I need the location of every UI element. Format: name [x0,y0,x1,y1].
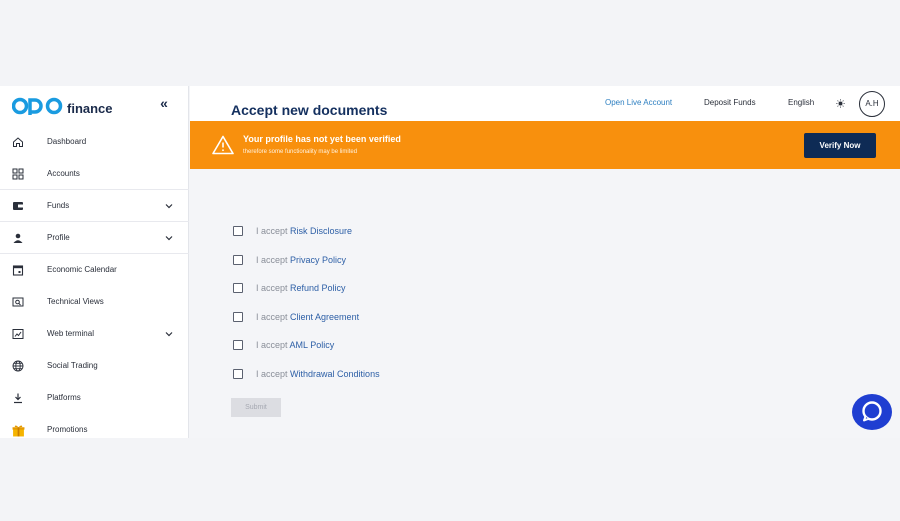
wallet-icon [11,199,25,213]
globe-icon [11,359,25,373]
gift-icon [11,423,25,437]
sidebar-item-technical-views[interactable]: Technical Views [0,286,189,318]
banner-title: Your profile has not yet been verified [243,134,401,144]
app-shell: finance « Dashboard Accounts Funds Profi… [0,86,900,438]
home-icon [11,135,25,149]
collapse-sidebar-icon[interactable]: « [156,95,172,111]
chart-search-icon [11,295,25,309]
document-label[interactable]: I accept Refund Policy [256,282,346,294]
accept-prefix: I accept [256,369,291,379]
document-label[interactable]: I accept Client Agreement [256,311,359,323]
sidebar-item-label: Dashboard [47,137,87,146]
chevron-down-icon [165,204,173,209]
warning-icon [212,135,234,155]
document-row: I accept Client Agreement [233,310,359,324]
chevron-down-icon [165,236,173,241]
sidebar-item-label: Funds [47,201,70,210]
refund-policy-checkbox[interactable] [233,283,243,293]
terminal-icon [11,327,25,341]
aml-policy-checkbox[interactable] [233,340,243,350]
document-row: I accept Risk Disclosure [233,224,352,238]
sidebar-item-platforms[interactable]: Platforms [0,382,189,414]
document-row: I accept Privacy Policy [233,253,346,267]
document-row: I accept Refund Policy [233,281,346,295]
sidebar-item-label: Social Trading [47,361,98,370]
accept-prefix: I accept [256,226,291,236]
sidebar-item-profile[interactable]: Profile [0,222,189,254]
document-link[interactable]: Refund Policy [290,283,346,293]
document-label[interactable]: I accept Privacy Policy [256,254,346,266]
accept-prefix: I accept [256,283,291,293]
sidebar-item-accounts[interactable]: Accounts [0,158,189,190]
sidebar-item-label: Platforms [47,393,81,402]
sidebar-item-label: Web terminal [47,329,94,338]
accept-prefix: I accept [256,255,291,265]
document-link[interactable]: Privacy Policy [290,255,346,265]
user-icon [11,231,25,245]
deposit-funds-link[interactable]: Deposit Funds [704,98,756,108]
accept-prefix: I accept [256,340,290,350]
language-selector[interactable]: English [788,98,814,108]
page-title: Accept new documents [231,102,388,118]
theme-toggle-icon[interactable] [836,99,845,108]
risk-disclosure-checkbox[interactable] [233,226,243,236]
document-link[interactable]: Risk Disclosure [290,226,352,236]
document-label[interactable]: I accept Risk Disclosure [256,225,352,237]
sidebar-item-label: Economic Calendar [47,265,117,274]
withdrawal-conditions-checkbox[interactable] [233,369,243,379]
download-icon [11,391,25,405]
avatar[interactable]: A.H [859,91,885,117]
sidebar-item-dashboard[interactable]: Dashboard [0,126,189,158]
sidebar-item-web-terminal[interactable]: Web terminal [0,318,189,350]
privacy-policy-checkbox[interactable] [233,255,243,265]
document-link[interactable]: Client Agreement [290,312,359,322]
accept-prefix: I accept [256,312,291,322]
document-link[interactable]: Withdrawal Conditions [290,369,380,379]
sidebar: finance « Dashboard Accounts Funds Profi… [0,86,189,438]
document-row: I accept AML Policy [233,338,334,352]
brand-logo[interactable]: finance [12,94,113,118]
brand-word: finance [67,100,113,116]
sidebar-item-economic-calendar[interactable]: Economic Calendar [0,254,189,286]
sidebar-item-promotions[interactable]: Promotions [0,414,189,446]
document-label[interactable]: I accept AML Policy [256,339,334,351]
open-live-account-link[interactable]: Open Live Account [605,98,672,108]
document-link[interactable]: AML Policy [290,340,335,350]
verify-now-button[interactable]: Verify Now [804,133,876,158]
sidebar-item-label: Promotions [47,425,88,434]
document-label[interactable]: I accept Withdrawal Conditions [256,368,380,380]
grid-icon [11,167,25,181]
logo-mark-icon [12,97,63,115]
client-agreement-checkbox[interactable] [233,312,243,322]
document-row: I accept Withdrawal Conditions [233,367,380,381]
live-chat-button[interactable] [852,394,892,430]
submit-button[interactable]: Submit [231,398,281,417]
sidebar-item-social-trading[interactable]: Social Trading [0,350,189,382]
chat-bubble-icon [862,401,882,422]
banner-subtitle: therefore some functionality may be limi… [243,149,358,155]
chevron-down-icon [165,332,173,337]
sidebar-item-label: Technical Views [47,297,104,306]
verification-banner: Your profile has not yet been verified t… [190,121,900,169]
sidebar-item-funds[interactable]: Funds [0,190,189,222]
calendar-icon [11,263,25,277]
sidebar-nav: Dashboard Accounts Funds Profile Economi… [0,126,189,446]
sidebar-item-label: Profile [47,233,70,242]
sidebar-item-label: Accounts [47,169,80,178]
